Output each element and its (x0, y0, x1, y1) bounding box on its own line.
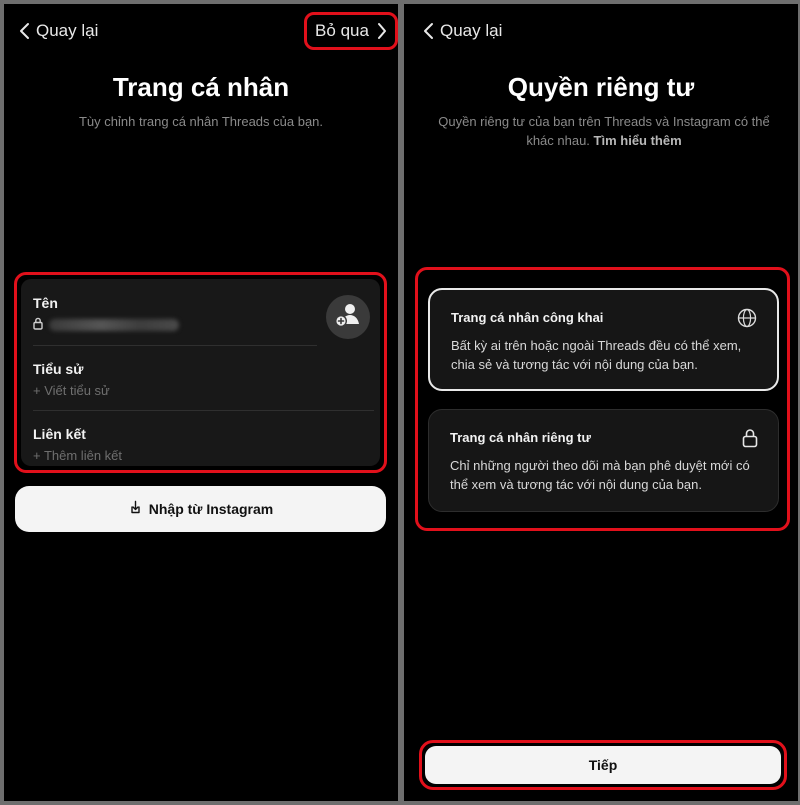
option-title: Trang cá nhân công khai (451, 310, 604, 325)
profile-setup-screen: Quay lại Bỏ qua Trang cá nhân Tùy chỉnh … (4, 4, 398, 801)
chevron-left-icon (18, 22, 30, 40)
page-subtitle: Quyền riêng tư của bạn trên Threads và I… (438, 112, 770, 150)
bio-placeholder: + Viết tiểu sử (33, 383, 110, 398)
privacy-options-highlight: Trang cá nhân công khai Bất kỳ ai trên h… (415, 267, 790, 531)
import-from-instagram-button[interactable]: Nhập từ Instagram (15, 486, 386, 532)
skip-button[interactable]: Bỏ qua (304, 12, 398, 50)
option-title: Trang cá nhân riêng tư (450, 430, 591, 445)
next-button-highlight: Tiếp (419, 740, 787, 790)
import-label: Nhập từ Instagram (148, 501, 274, 517)
privacy-setup-screen: Quay lại Quyền riêng tư Quyền riêng tư c… (404, 4, 798, 801)
lock-icon (33, 317, 43, 333)
skip-label: Bỏ qua (315, 21, 369, 40)
chevron-right-icon (377, 22, 387, 40)
import-icon (128, 500, 143, 518)
globe-icon (737, 308, 757, 333)
next-button[interactable]: Tiếp (425, 746, 781, 784)
option-description: Bất kỳ ai trên hoặc ngoài Threads đều có… (451, 338, 742, 372)
option-description: Chỉ những người theo dõi mà bạn phê duyệ… (450, 458, 750, 492)
learn-more-link[interactable]: Tìm hiểu thêm (594, 133, 682, 148)
bio-field[interactable]: Tiểu sử + Viết tiểu sử (33, 361, 110, 398)
lock-icon (742, 428, 758, 453)
private-profile-option[interactable]: Trang cá nhân riêng tư Chỉ những người t… (428, 409, 779, 512)
page-title: Quyền riêng tư (507, 72, 695, 102)
divider (33, 410, 374, 411)
divider (33, 345, 317, 346)
bio-label: Tiểu sử (33, 361, 84, 377)
public-profile-option[interactable]: Trang cá nhân công khai Bất kỳ ai trên h… (428, 288, 779, 391)
name-value (33, 317, 179, 333)
back-label: Quay lại (36, 21, 99, 40)
page-title: Trang cá nhân (112, 72, 290, 102)
back-button[interactable]: Quay lại (422, 18, 502, 44)
back-button[interactable]: Quay lại (18, 18, 98, 44)
name-field[interactable]: Tên (33, 295, 179, 333)
link-field[interactable]: Liên kết + Thêm liên kết (33, 426, 122, 463)
add-avatar-button[interactable] (326, 295, 370, 339)
link-label: Liên kết (33, 426, 86, 442)
page-subtitle: Tùy chỉnh trang cá nhân Threads của bạn. (78, 114, 324, 129)
name-label: Tên (33, 295, 58, 311)
profile-form-highlight: Tên Tiểu sử + Viết tiểu sử Liên kết + Th… (14, 272, 387, 473)
blurred-username (49, 319, 179, 331)
add-avatar-icon (334, 302, 362, 333)
back-label: Quay lại (440, 21, 503, 40)
chevron-left-icon (422, 22, 434, 40)
profile-form-card: Tên Tiểu sử + Viết tiểu sử Liên kết + Th… (21, 279, 380, 466)
link-placeholder: + Thêm liên kết (33, 448, 123, 463)
